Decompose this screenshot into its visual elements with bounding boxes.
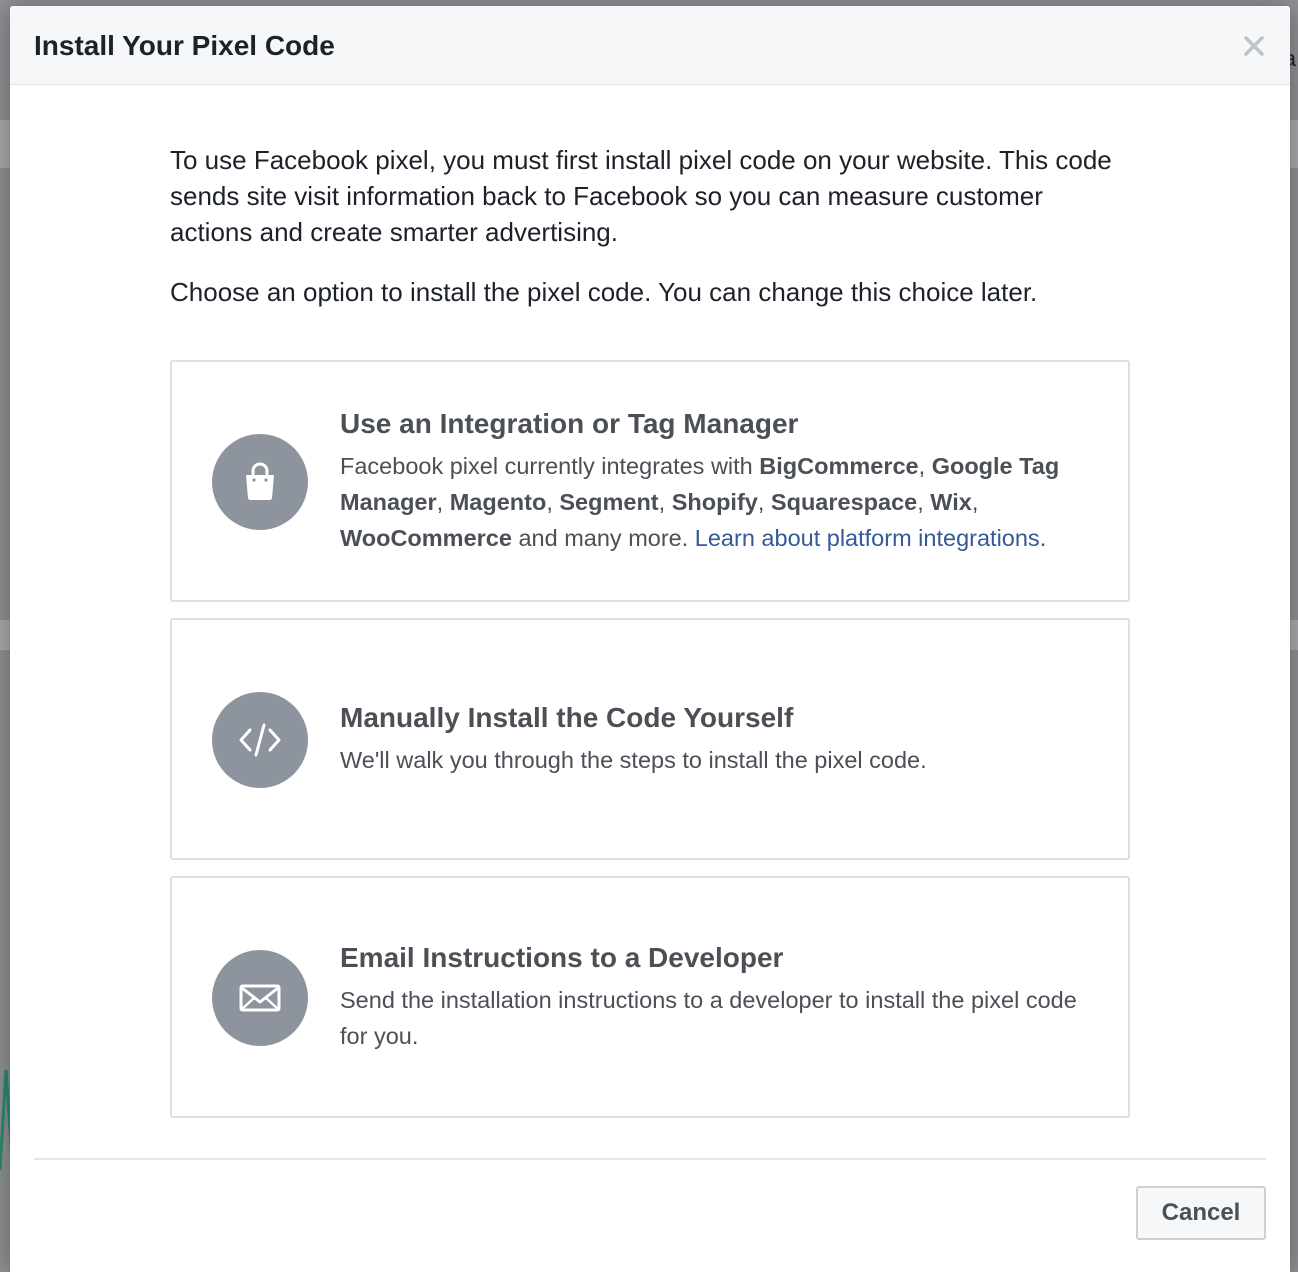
code-icon <box>212 692 308 788</box>
option-description: Facebook pixel currently integrates with… <box>340 448 1088 556</box>
separator: , <box>658 489 672 515</box>
choose-option-text: Choose an option to install the pixel co… <box>170 277 1038 307</box>
platform-name: Segment <box>559 489 659 515</box>
separator: , <box>757 489 771 515</box>
platform-name: Squarespace <box>770 489 918 515</box>
separator: , <box>971 489 979 515</box>
intro-text: To use Facebook pixel, you must first in… <box>170 145 1112 247</box>
separator: , <box>546 489 560 515</box>
description-text: Facebook pixel currently integrates with <box>340 453 760 479</box>
separator: , <box>918 453 932 479</box>
install-options: Use an Integration or Tag Manager Facebo… <box>170 360 1130 1118</box>
close-icon <box>1244 36 1264 56</box>
dialog-body: To use Facebook pixel, you must first in… <box>170 142 1130 1134</box>
separator: , <box>917 489 931 515</box>
dialog-title: Install Your Pixel Code <box>34 30 335 61</box>
dialog-header: Install Your Pixel Code <box>10 6 1290 85</box>
description-text: . <box>1039 525 1047 551</box>
option-title: Email Instructions to a Developer <box>340 942 784 973</box>
option-description: Send the installation instructions to a … <box>340 987 1077 1049</box>
install-pixel-dialog: Install Your Pixel Code To use Facebook … <box>10 6 1290 1272</box>
platform-name: WooCommerce <box>340 525 512 551</box>
option-title: Manually Install the Code Yourself <box>340 702 794 733</box>
separator: , <box>436 489 450 515</box>
platform-name: Shopify <box>671 489 758 515</box>
dialog-footer: Cancel <box>34 1158 1266 1240</box>
description-text: and many more. <box>511 525 695 551</box>
platform-name: BigCommerce <box>759 453 919 479</box>
option-manual-install[interactable]: Manually Install the Code Yourself We'll… <box>170 618 1130 860</box>
option-text: Use an Integration or Tag Manager Facebo… <box>340 406 1088 556</box>
option-text: Email Instructions to a Developer Send t… <box>340 940 1088 1054</box>
platform-name: Magento <box>449 489 547 515</box>
option-integration-tag-manager[interactable]: Use an Integration or Tag Manager Facebo… <box>170 360 1130 602</box>
shopping-bag-icon <box>212 434 308 530</box>
option-text: Manually Install the Code Yourself We'll… <box>340 700 1088 778</box>
cancel-button[interactable]: Cancel <box>1136 1186 1266 1240</box>
option-description: We'll walk you through the steps to inst… <box>340 747 927 773</box>
close-button[interactable] <box>1240 32 1268 60</box>
platform-name: Wix <box>930 489 972 515</box>
learn-platform-integrations-link[interactable]: Learn about platform integrations <box>695 525 1040 551</box>
envelope-icon <box>212 950 308 1046</box>
option-title: Use an Integration or Tag Manager <box>340 408 799 439</box>
option-email-developer[interactable]: Email Instructions to a Developer Send t… <box>170 876 1130 1118</box>
